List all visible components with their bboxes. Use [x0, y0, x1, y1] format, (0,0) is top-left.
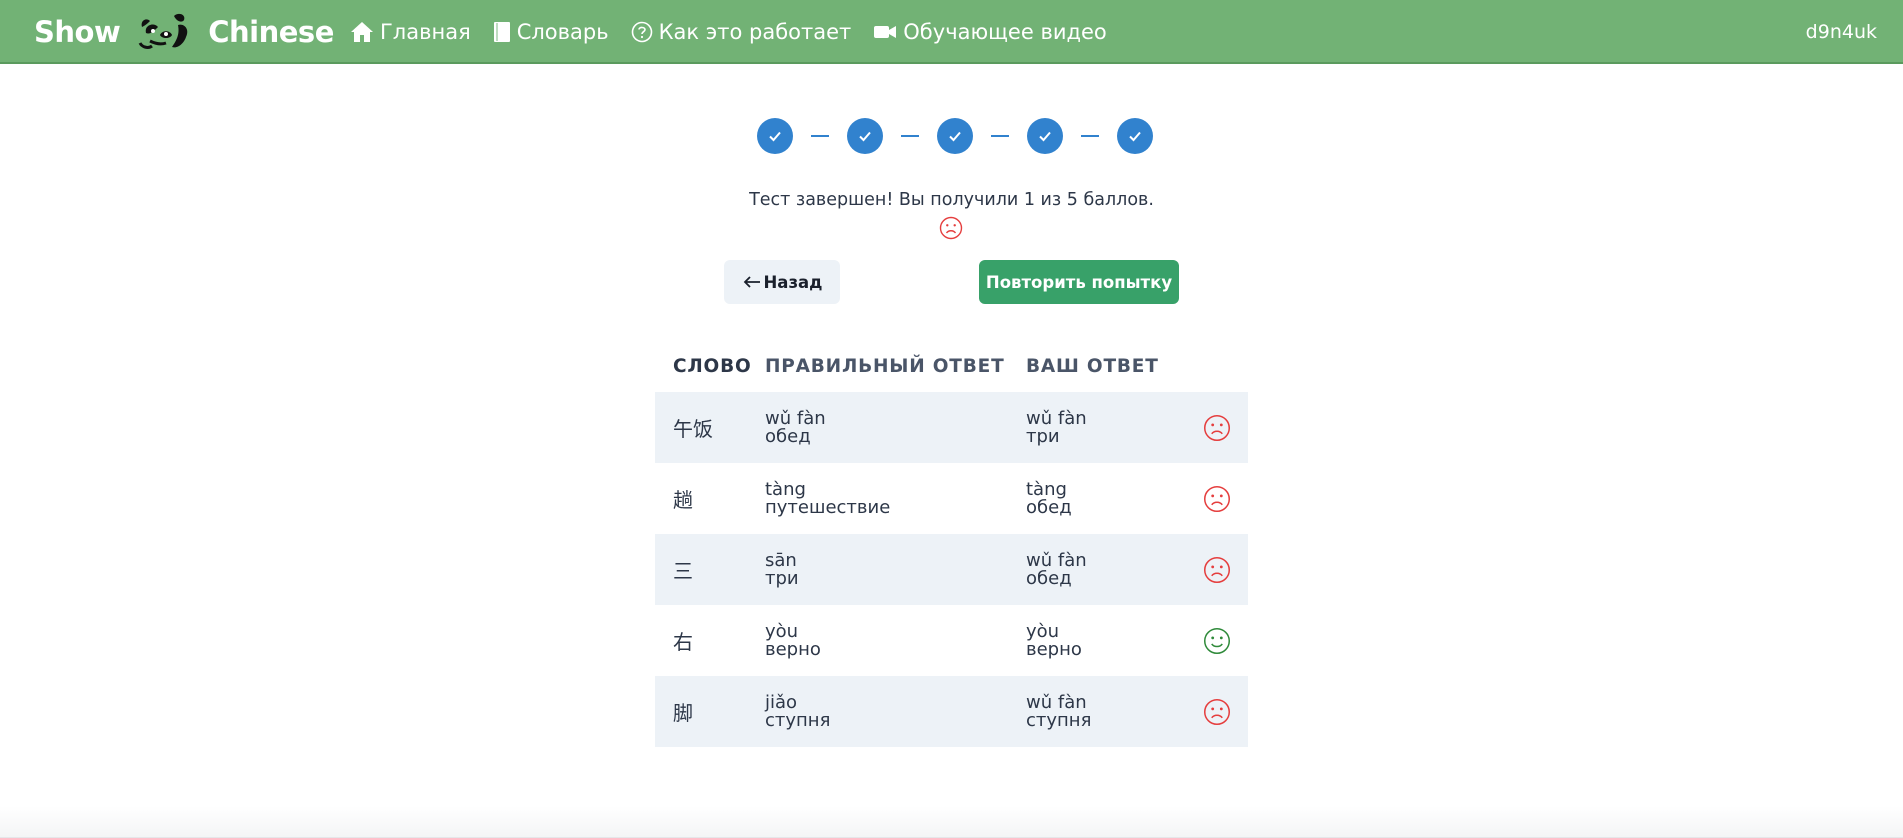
your-answer-cell: yòu верно	[1026, 620, 1186, 660]
nav-label-dictionary: Словарь	[516, 20, 609, 44]
user-menu[interactable]: d9n4uk	[1806, 0, 1877, 64]
sad-face-icon	[1186, 414, 1248, 442]
table-row: 右 yòu верно yòu верно	[655, 605, 1248, 676]
check-icon	[1039, 131, 1051, 142]
video-camera-icon	[873, 22, 897, 42]
your-pinyin: yòu	[1026, 620, 1060, 642]
your-meaning: три	[1026, 425, 1060, 447]
check-icon	[769, 131, 781, 142]
book-icon	[493, 21, 511, 43]
word-cell: 脚	[673, 701, 693, 725]
step-3-complete	[937, 118, 973, 154]
nav-item-tutorial-video[interactable]: Обучающее видео	[873, 20, 1107, 44]
panda-logo-icon	[138, 13, 194, 51]
nav-item-home[interactable]: Главная	[350, 20, 471, 44]
word-cell: 趟	[673, 488, 693, 512]
brand-text-show: Show	[34, 15, 121, 49]
your-answer-cell: wǔ fàn ступня	[1026, 691, 1186, 731]
result-message: Тест завершен! Вы получили 1 из 5 баллов…	[749, 190, 1154, 210]
correct-pinyin: tàng	[765, 478, 806, 500]
table-row: 脚 jiǎo ступня wǔ fàn ступня	[655, 676, 1248, 747]
your-meaning: обед	[1026, 496, 1072, 518]
header-your-answer: Ваш ответ	[1026, 355, 1159, 377]
back-button[interactable]: Назад	[724, 260, 840, 304]
page-bottom-edge	[0, 806, 1903, 838]
table-row: 三 sān три wǔ fàn обед	[655, 534, 1248, 605]
your-pinyin: wǔ fàn	[1026, 407, 1087, 429]
correct-answer-cell: tàng путешествие	[765, 478, 1026, 518]
happy-face-icon	[1186, 627, 1248, 655]
correct-answer-cell: wǔ fàn обед	[765, 407, 1026, 447]
step-2-complete	[847, 118, 883, 154]
progress-stepper	[757, 118, 1153, 154]
header-word: Слово	[673, 355, 752, 377]
check-icon	[1129, 131, 1141, 142]
nav-label-tutorial-video: Обучающее видео	[903, 20, 1107, 44]
sad-face-icon	[1186, 556, 1248, 584]
your-answer-cell: wǔ fàn обед	[1026, 549, 1186, 589]
word-cell: 三	[673, 559, 693, 583]
brand-text-chinese: Chinese	[208, 15, 334, 49]
table-row: 趟 tàng путешествие tàng обед	[655, 463, 1248, 534]
question-circle-icon	[631, 21, 653, 43]
step-5-complete	[1117, 118, 1153, 154]
sad-face-icon	[939, 216, 963, 244]
check-icon	[949, 131, 961, 142]
word-cell: 午饭	[673, 417, 713, 441]
nav-item-how-it-works[interactable]: Как это работает	[631, 20, 852, 44]
sad-face-icon	[1186, 698, 1248, 726]
correct-meaning: обед	[765, 425, 811, 447]
brand-logo[interactable]: Show Chinese	[34, 0, 334, 64]
word-cell: 右	[673, 630, 693, 654]
home-icon	[350, 21, 374, 43]
your-meaning: ступня	[1026, 709, 1092, 731]
back-button-label: Назад	[763, 272, 823, 292]
sad-face-icon	[1186, 485, 1248, 513]
step-4-complete	[1027, 118, 1063, 154]
your-pinyin: wǔ fàn	[1026, 549, 1087, 571]
step-connector	[811, 135, 829, 137]
correct-meaning: верно	[765, 638, 821, 660]
nav-label-how-it-works: Как это работает	[658, 20, 852, 44]
correct-meaning: три	[765, 567, 799, 589]
main-nav: Главная Словарь Как это работает Обучающ…	[350, 0, 1129, 64]
table-header: Слово Правильный ответ Ваш ответ	[655, 340, 1248, 392]
your-pinyin: tàng	[1026, 478, 1067, 500]
step-connector	[901, 135, 919, 137]
your-meaning: обед	[1026, 567, 1072, 589]
correct-meaning: путешествие	[765, 496, 891, 518]
table-row: 午饭 wǔ fàn обед wǔ fàn три	[655, 392, 1248, 463]
your-meaning: верно	[1026, 638, 1082, 660]
correct-pinyin: sān	[765, 549, 797, 571]
correct-answer-cell: jiǎo ступня	[765, 691, 1026, 731]
step-connector	[1081, 135, 1099, 137]
correct-pinyin: wǔ fàn	[765, 407, 826, 429]
header-correct-answer: Правильный ответ	[765, 355, 1005, 377]
your-pinyin: wǔ fàn	[1026, 691, 1087, 713]
nav-item-dictionary[interactable]: Словарь	[493, 20, 609, 44]
arrow-left-icon	[742, 274, 762, 290]
your-answer-cell: wǔ fàn три	[1026, 407, 1186, 447]
correct-pinyin: jiǎo	[765, 691, 798, 713]
correct-meaning: ступня	[765, 709, 831, 731]
correct-pinyin: yòu	[765, 620, 799, 642]
step-connector	[991, 135, 1009, 137]
correct-answer-cell: sān три	[765, 549, 1026, 589]
nav-label-home: Главная	[380, 20, 471, 44]
correct-answer-cell: yòu верно	[765, 620, 1026, 660]
your-answer-cell: tàng обед	[1026, 478, 1186, 518]
results-table: Слово Правильный ответ Ваш ответ 午饭 wǔ fà…	[655, 340, 1248, 747]
check-icon	[859, 131, 871, 142]
top-navbar: Show Chinese Главная Словарь Как это раб…	[0, 0, 1903, 64]
step-1-complete	[757, 118, 793, 154]
retry-button[interactable]: Повторить попытку	[979, 260, 1179, 304]
